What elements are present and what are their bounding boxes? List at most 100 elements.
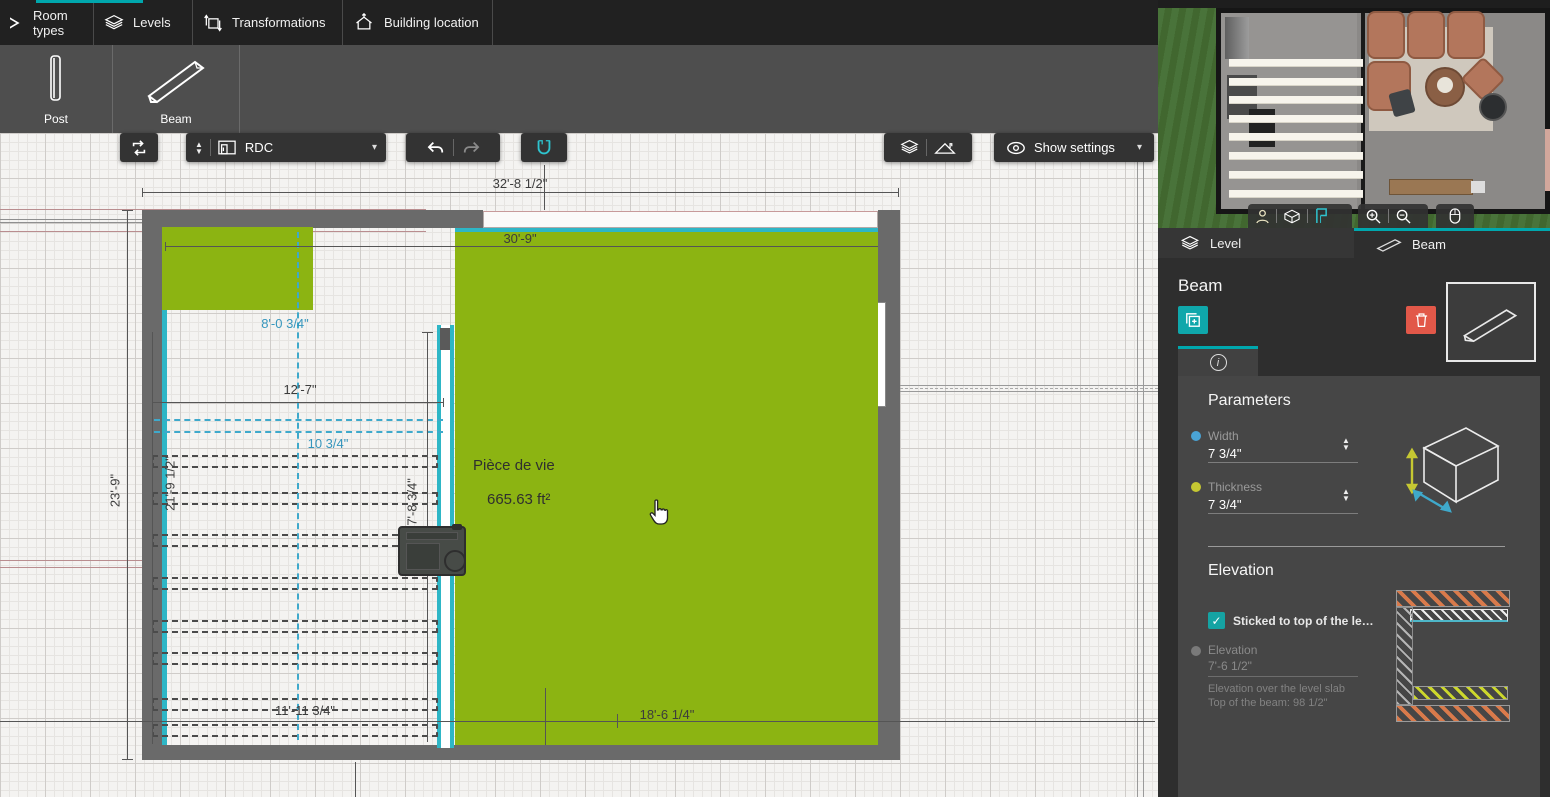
dashed-beam[interactable] xyxy=(152,492,438,505)
dim-bottom-right: 18'-6 1/4" xyxy=(639,707,695,722)
mouse-icon[interactable] xyxy=(1449,208,1461,224)
dimension-tick xyxy=(443,398,444,407)
panel-content: Parameters Width 7 3/4" ▲ ▼ Thickness 7 3… xyxy=(1158,376,1550,797)
stove-object[interactable] xyxy=(398,524,466,576)
redo-button[interactable] xyxy=(461,140,481,156)
wall-top-white[interactable] xyxy=(483,211,878,228)
dashed-beam[interactable] xyxy=(152,652,438,665)
preview-beam xyxy=(1229,152,1363,160)
preview-beam xyxy=(1229,115,1363,123)
preview-console-item xyxy=(1471,181,1485,193)
tab-label: Room types xyxy=(33,7,68,38)
panel-tab-beam[interactable]: Beam xyxy=(1354,228,1550,258)
delete-button[interactable] xyxy=(1406,306,1436,334)
stove-flue xyxy=(444,550,466,572)
panel-tab-label: Beam xyxy=(1412,237,1446,252)
panel-tabs: Level Beam xyxy=(1158,228,1550,258)
preview-3d[interactable] xyxy=(1158,0,1550,232)
preview-zoom-group xyxy=(1358,204,1428,228)
sync-button[interactable] xyxy=(120,133,158,162)
beam-label: Beam xyxy=(160,112,192,126)
sticked-checkbox[interactable]: ✓ xyxy=(1208,612,1225,629)
zoom-in-button[interactable] xyxy=(1366,209,1381,224)
tab-levels[interactable]: Levels xyxy=(94,0,193,45)
dimension-tick xyxy=(142,188,143,197)
room-name-label: Pièce de vie xyxy=(473,457,555,474)
reference-line xyxy=(0,560,143,561)
wall-bottom[interactable] xyxy=(142,745,900,760)
dashed-beam[interactable] xyxy=(152,534,438,547)
dim-beam-offset[interactable]: 8'-0 3/4" xyxy=(235,316,335,331)
width-label: Width xyxy=(1208,429,1239,443)
reference-line xyxy=(1143,133,1144,797)
preview-mouse-group xyxy=(1436,204,1474,228)
width-value[interactable]: 7 3/4" xyxy=(1208,446,1242,461)
undo-redo-group xyxy=(406,133,500,162)
snap-button[interactable] xyxy=(521,133,567,162)
tab-building-location[interactable]: Building location xyxy=(343,0,493,45)
dashed-beam[interactable] xyxy=(152,455,438,468)
dim-beam-spacing[interactable]: 10 3/4" xyxy=(293,436,363,451)
post-tool-button[interactable]: Post xyxy=(0,45,113,133)
dimension-tick xyxy=(165,242,166,251)
preview-sofa-cushion xyxy=(1447,11,1485,59)
preview-beam xyxy=(1229,133,1363,141)
elevation-helper-1: Elevation over the level slab xyxy=(1208,683,1345,695)
tab-label: Levels xyxy=(133,15,171,30)
show-settings-button[interactable]: Show settings ▾ xyxy=(994,133,1154,162)
level-name: RDC xyxy=(244,140,274,155)
room-piece-de-vie[interactable] xyxy=(455,232,878,745)
chevron-down-icon: ▾ xyxy=(371,142,377,153)
dimension-line xyxy=(152,402,443,403)
tab-label: Transformations xyxy=(232,15,326,30)
panel-tab-level[interactable]: Level xyxy=(1158,228,1354,258)
dimension-line xyxy=(545,688,546,745)
elevation-diagram xyxy=(1396,590,1510,722)
person-view-button[interactable] xyxy=(1256,209,1269,224)
thickness-value[interactable]: 7 3/4" xyxy=(1208,497,1242,512)
tab-transformations[interactable]: Transformations xyxy=(193,0,343,45)
dashed-beam[interactable] xyxy=(152,620,438,633)
zoom-out-button[interactable] xyxy=(1396,209,1411,224)
wall-handle[interactable] xyxy=(440,328,450,350)
duplicate-button[interactable] xyxy=(1178,306,1208,334)
view-options-group xyxy=(884,133,972,162)
level-selector[interactable]: ▲ ▼ RDC ▾ xyxy=(186,133,386,162)
dashed-beam[interactable] xyxy=(152,577,438,590)
top-nav: Room types Levels Transformations Buildi… xyxy=(0,0,1158,45)
floorplan-view-button[interactable] xyxy=(1315,208,1328,224)
preview-round-chair xyxy=(1479,93,1507,121)
dim-overall-width: 32'-8 1/2" xyxy=(492,176,548,191)
sync-icon xyxy=(130,139,148,157)
layers-toggle-button[interactable] xyxy=(900,139,919,156)
level-stepper[interactable]: ▲ ▼ xyxy=(195,140,203,155)
thickness-stepper[interactable]: ▲ ▼ xyxy=(1342,488,1350,503)
undo-button[interactable] xyxy=(426,140,446,156)
3d-view-button[interactable] xyxy=(1284,209,1300,224)
wall-right[interactable] xyxy=(878,210,900,745)
wall-top[interactable] xyxy=(142,210,483,228)
preview-building xyxy=(1216,8,1550,214)
info-tab[interactable]: i xyxy=(1178,346,1258,376)
width-stepper[interactable]: ▲ ▼ xyxy=(1342,437,1350,452)
diagram-slab-bottom xyxy=(1396,705,1510,722)
thickness-underline xyxy=(1208,513,1358,514)
reference-line xyxy=(900,391,1158,392)
tab-room-types[interactable]: Room types xyxy=(0,0,94,45)
mouse-cursor xyxy=(646,498,670,526)
dimension-tick xyxy=(122,759,133,760)
reference-line xyxy=(0,567,143,568)
elevation-underline xyxy=(1208,676,1358,677)
dimension-tick xyxy=(122,210,133,211)
roof-toggle-button[interactable] xyxy=(934,140,956,156)
elevation-label: Elevation xyxy=(1208,643,1258,657)
room-small-green[interactable] xyxy=(162,227,313,310)
preview-beam xyxy=(1229,96,1363,104)
beam-thumbnail[interactable] xyxy=(1446,282,1536,362)
floorplan-icon xyxy=(218,140,236,155)
dashed-beam[interactable] xyxy=(152,724,438,737)
elevation-value: 7'-6 1/2" xyxy=(1208,659,1252,673)
thickness-label: Thickness xyxy=(1208,480,1263,494)
beam-tool-button[interactable]: Beam xyxy=(113,45,240,133)
beam-guide-dashed xyxy=(297,232,299,740)
